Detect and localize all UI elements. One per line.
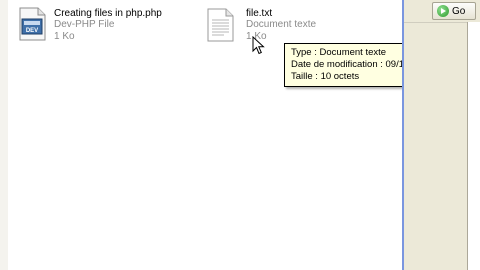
file-list-view[interactable]: DEV Creating files in php.php Dev-PHP Fi…: [8, 0, 469, 270]
right-panel: Go: [404, 0, 480, 270]
go-button-label: Go: [452, 5, 466, 17]
file-name: file.txt: [246, 8, 273, 19]
php-file-icon: DEV: [19, 7, 46, 41]
file-size: 1 Ko: [54, 31, 75, 42]
go-button[interactable]: Go: [432, 2, 476, 20]
text-file-icon: [207, 8, 234, 42]
mouse-cursor-icon: [252, 36, 265, 55]
scrollbar-track[interactable]: [468, 22, 480, 270]
address-bar-strip: Go: [404, 0, 480, 23]
file-name: Creating files in php.php: [54, 8, 162, 19]
file-type: Document texte: [246, 19, 317, 30]
file-type: Dev-PHP File: [54, 19, 115, 30]
svg-text:DEV: DEV: [26, 28, 38, 34]
go-arrow-icon: [437, 5, 449, 17]
file-item-php[interactable]: DEV Creating files in php.php Dev-PHP Fi…: [8, 0, 198, 48]
